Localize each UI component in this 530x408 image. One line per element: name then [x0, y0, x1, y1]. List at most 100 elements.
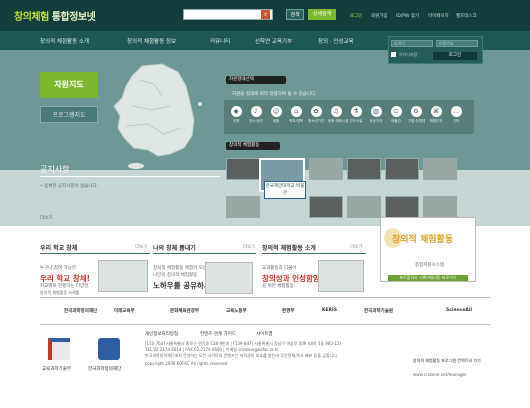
login-button[interactable]: 로그인	[433, 52, 477, 60]
helpdesk-link[interactable]: 헬프데스크	[456, 13, 477, 19]
all-icon: ◉	[230, 106, 242, 117]
type-research[interactable]: ⚗ 연구시설	[348, 106, 364, 124]
partner-logo[interactable]: 문화체육관광부	[170, 308, 199, 314]
notice-empty-text: • 등록된 공지사항이 없습니다.	[40, 184, 99, 189]
tab-program-map[interactable]: 프로그램지도	[40, 106, 98, 123]
save-id-label: 아이디저장	[399, 52, 418, 57]
nav-info[interactable]: 창의적 체험활동 정보	[127, 37, 176, 45]
etc-icon: …	[450, 106, 462, 117]
partner-logo[interactable]: 한국과학기술원	[364, 308, 393, 314]
notice-divider	[40, 176, 220, 177]
type-industry[interactable]: ⚙ 기업·산업체	[408, 106, 425, 124]
activity-thumb[interactable]	[423, 196, 457, 218]
type-complex[interactable]: ⌘ 체험단지	[428, 106, 444, 124]
type-museum[interactable]: ⛫ 박물관	[388, 106, 404, 124]
edupot-button[interactable]: 포트폴리오 기록(에듀팟) 바로가기	[388, 275, 468, 281]
org1-label: 교육과학기술부	[42, 367, 71, 372]
activity-thumb[interactable]	[423, 158, 457, 180]
activity-thumb[interactable]	[347, 196, 381, 218]
type-exhibit[interactable]: ♪ 전시·공연	[248, 106, 264, 124]
experience-icon: ☺	[270, 106, 282, 117]
section-school-more[interactable]: 더보기	[135, 244, 147, 250]
activity-thumb[interactable]	[309, 196, 343, 218]
kofac-logo-icon	[98, 338, 120, 360]
search-icon[interactable]: ⌕	[261, 10, 270, 19]
search-button[interactable]: 검색	[286, 9, 304, 20]
mine-line-1: 창의적 체험활동 체험기 또는	[153, 266, 207, 271]
site-logo[interactable]: 창의체험 통합정보넷	[14, 8, 96, 23]
school-line-3: 창의적 체험활동 사례를	[40, 290, 80, 295]
school-line-1: 누구나 참여 가능한	[40, 266, 76, 271]
footer-copyright: copyright 2009 KOFAC All rights reserved	[145, 361, 228, 366]
partner-logo[interactable]: 미래교육부	[114, 308, 135, 314]
guide-link[interactable]: 컨텐츠 관계 가이드	[200, 331, 236, 337]
resource-type-title: 자원형태선택	[226, 76, 286, 84]
logo-text: 창의체험	[14, 12, 49, 23]
section-school-title: 우리 학교 창체	[40, 245, 78, 252]
partner-logo[interactable]: 환경부	[282, 308, 294, 314]
mine-image	[205, 262, 253, 294]
find-id-link[interactable]: ID/PW 찾기	[396, 13, 419, 19]
partner-logo[interactable]: ScienceAll	[446, 308, 472, 313]
type-culture[interactable]: ♫ 문화·체육시설	[328, 106, 348, 124]
type-youth[interactable]: ✿ 청소년기관	[308, 106, 324, 124]
password-field[interactable]: 비밀번호	[436, 40, 478, 47]
side-banner[interactable]	[380, 217, 476, 282]
partner-logo[interactable]: 한국과학창의재단	[64, 308, 97, 314]
manager-title: 창의적 체험활동 프로그램 컨텍트와 가기	[413, 358, 481, 363]
activity-tooltip: 한국해양대학교 박물관	[264, 181, 306, 199]
nav-community[interactable]: 커뮤니티	[210, 37, 230, 45]
notice-more-link[interactable]: 더보기	[40, 215, 52, 221]
mypage-link[interactable]: 마이페이지	[428, 13, 449, 19]
nav-intro[interactable]: 창의적 체험활동 소개	[40, 37, 89, 45]
banner-title: 창의적 체험활동	[392, 235, 454, 245]
type-school[interactable]: ⌂ 학교·대학	[288, 106, 304, 124]
section-divider	[262, 253, 366, 254]
school-image	[98, 260, 148, 292]
type-etc[interactable]: … 기타	[448, 106, 464, 124]
partner-logo[interactable]: 교육노동부	[226, 308, 247, 314]
mest-logo-icon	[48, 338, 70, 360]
section-mine-title: 나의 창체 뽐내기	[153, 245, 196, 252]
section-mine-more[interactable]: 더보기	[243, 244, 255, 250]
notice-title: 공지사항	[40, 165, 70, 174]
org2-label: 한국과학창의재단	[88, 367, 122, 372]
signup-link[interactable]: 회원가입	[371, 13, 388, 19]
banner-subtitle: 종합지원시스템	[415, 263, 444, 268]
section-divider	[153, 253, 256, 254]
id-field[interactable]: 아이디	[391, 40, 433, 47]
detail-search-button[interactable]: 상세검색	[308, 9, 336, 20]
korea-map[interactable]	[104, 62, 216, 172]
intro-headline: 창의성과 인성함양	[262, 274, 320, 283]
activity-thumb[interactable]	[226, 158, 260, 180]
section-divider	[40, 253, 150, 254]
type-all[interactable]: ◉ 전체	[228, 106, 244, 124]
youth-icon: ✿	[310, 106, 322, 117]
tab-resource-map[interactable]: 자원지도	[40, 72, 98, 98]
login-link[interactable]: 로그인	[350, 13, 362, 19]
activity-thumb[interactable]	[385, 196, 419, 218]
activity-thumb[interactable]	[385, 158, 419, 180]
activity-thumb[interactable]	[347, 158, 381, 180]
privacy-link[interactable]: 개인정보처리방침	[145, 331, 178, 337]
activity-thumb[interactable]	[226, 196, 260, 218]
research-icon: ⚗	[350, 106, 362, 117]
footer-contact: TEL.02.2174.6614 | FAX.02.2174.6603 | 이메…	[145, 347, 279, 352]
complex-icon: ⌘	[430, 106, 442, 117]
search-input[interactable]	[183, 9, 273, 20]
type-public[interactable]: ▥ 공공기관	[368, 106, 384, 124]
partner-logo[interactable]: KERIS	[322, 308, 337, 313]
museum-icon: ⛫	[390, 106, 402, 117]
save-id-checkbox[interactable]	[391, 52, 396, 57]
intro-image	[318, 260, 364, 292]
footer-address: [110-763] 서울특별시 종로구 연건동 128-9번지 | [139-8…	[145, 341, 341, 346]
section-intro-title: 창의적 체험활동 소개	[262, 245, 316, 252]
mine-line-2: 나만의 창의적 체험활동	[153, 273, 198, 278]
type-experience[interactable]: ☺ 체험	[268, 106, 284, 124]
footer-notice: 한국과학창의재단에서 운영하는 모든 사이트의 콘텐츠는 저작권의 보호를 받는…	[145, 353, 339, 358]
sitemap-link[interactable]: 사이트맵	[256, 331, 273, 337]
nav-character[interactable]: 창의 · 인성교육	[318, 37, 354, 45]
activity-thumb[interactable]	[309, 158, 343, 180]
nav-donation[interactable]: 선학연 교육기부	[255, 37, 292, 45]
section-intro-more[interactable]: 더보기	[350, 244, 362, 250]
